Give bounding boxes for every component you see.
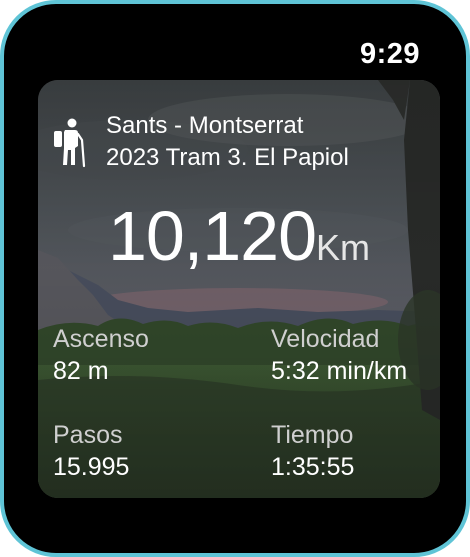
- route-title: Sants - Montserrat 2023 Tram 3. El Papio…: [106, 110, 349, 174]
- route-line-1: Sants - Montserrat: [106, 112, 304, 139]
- stat-label: Ascenso: [53, 325, 149, 353]
- activity-card[interactable]: Sants - Montserrat 2023 Tram 3. El Papio…: [38, 80, 440, 498]
- stat-label: Velocidad: [271, 325, 380, 353]
- stat-value: 1:35:55: [271, 453, 355, 481]
- distance-unit: Km: [316, 227, 371, 268]
- stat-label: Pasos: [53, 421, 123, 449]
- stat-time: Tiempo 1:35:55: [271, 419, 354, 483]
- distance-display: 10,120Km: [38, 196, 440, 276]
- hiker-icon: [54, 118, 86, 168]
- route-line-2: 2023 Tram 3. El Papiol: [106, 144, 349, 171]
- stat-ascent: Ascenso 82 m: [53, 323, 149, 387]
- stat-value: 15.995: [53, 453, 130, 481]
- stat-value: 5:32 min/km: [271, 357, 408, 385]
- stat-speed: Velocidad 5:32 min/km: [271, 323, 407, 387]
- stat-steps: Pasos 15.995: [53, 419, 129, 483]
- stat-value: 82 m: [53, 357, 109, 385]
- watch-device: 9:29 Sants - Montserrat 2023 Tram 3. El …: [0, 0, 470, 557]
- distance-value: 10,120: [107, 197, 317, 275]
- stat-label: Tiempo: [271, 421, 354, 449]
- clock: 9:29: [359, 38, 420, 70]
